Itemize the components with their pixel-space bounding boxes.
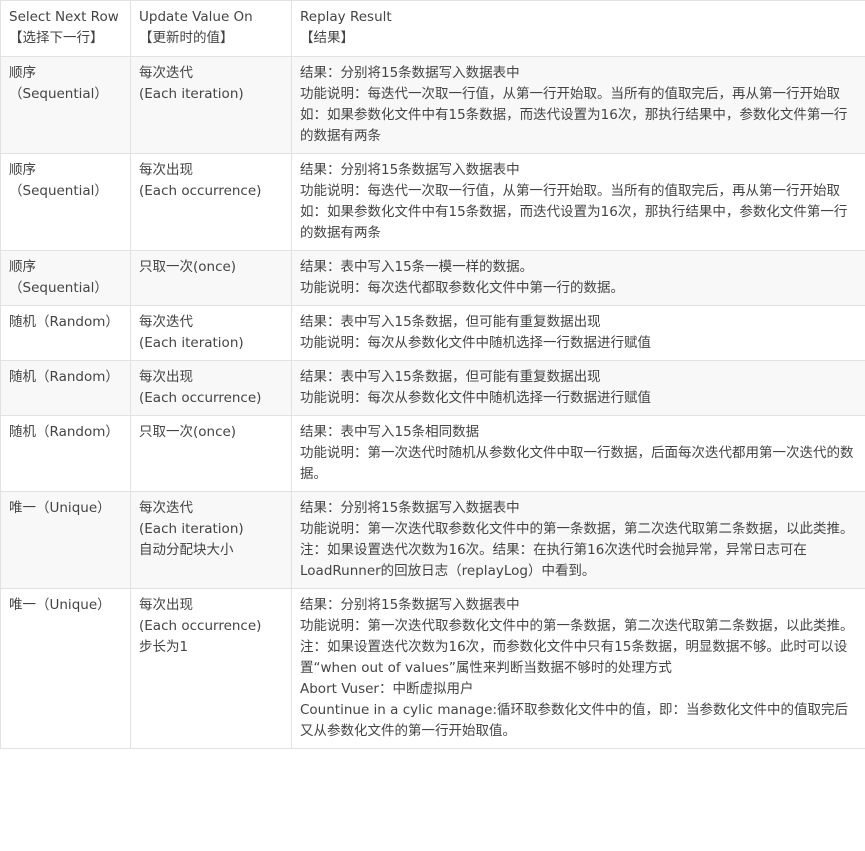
cell-text-line: 功能说明：每次从参数化文件中随机选择一行数据进行赋值: [300, 390, 651, 406]
cell-text-line: 功能说明：每次从参数化文件中随机选择一行数据进行赋值: [300, 335, 651, 351]
cell-text-line: （Sequential）: [9, 280, 108, 296]
header-replay-result: Replay Result 【结果】: [291, 0, 865, 57]
header-zh: 【选择下一行】: [9, 30, 104, 46]
cell-text-line: 结果：表中写入15条一模一样的数据。: [300, 259, 534, 275]
table-row: 随机（Random） 每次出现 (Each occurrence) 结果：表中写入15…: [0, 360, 865, 416]
replay-result-cell: 结果：表中写入15条数据，但可能有重复数据出现功能说明：每次从参数化文件中随机选…: [291, 360, 865, 416]
cell-text-line: 顺序: [9, 259, 36, 275]
select-next-row-cell: 顺序 （Sequential）: [0, 250, 131, 306]
table-header-row: Select Next Row 【选择下一行】 Update Value On …: [0, 0, 865, 57]
replay-result-cell: 结果：分别将15条数据写入数据表中功能说明：每迭代一次取一行值，从第一行开始取。…: [291, 56, 865, 154]
cell-text-line: 注：如果设置迭代次数为16次，而参数化文件中只有15条数据，明显数据不够。此时可…: [300, 639, 848, 676]
header-en: Replay Result: [300, 9, 392, 25]
cell-text-line: 结果：表中写入15条相同数据: [300, 424, 480, 440]
replay-result-cell: 结果：表中写入15条相同数据功能说明：第一次迭代时随机从参数化文件中取一行数据，…: [291, 415, 865, 492]
table-row: 顺序 （Sequential） 每次迭代 (Each iteration) 结果：分别将…: [0, 56, 865, 154]
cell-text-line: 每次迭代: [139, 500, 193, 516]
cell-text-line: 结果：分别将15条数据写入数据表中: [300, 162, 520, 178]
replay-result-cell: 结果：表中写入15条数据，但可能有重复数据出现功能说明：每次从参数化文件中随机选…: [291, 305, 865, 361]
cell-text-line: 结果：分别将15条数据写入数据表中: [300, 65, 520, 81]
cell-text-line: (Each iteration): [139, 521, 244, 537]
update-value-on-cell: 每次出现 (Each occurrence): [130, 360, 292, 416]
cell-text-line: （Sequential）: [9, 86, 108, 102]
replay-result-cell: 结果：表中写入15条一模一样的数据。功能说明：每次迭代都取参数化文件中第一行的数…: [291, 250, 865, 306]
parameter-settings-table: Select Next Row 【选择下一行】 Update Value On …: [0, 0, 865, 749]
cell-text-line: 自动分配块大小: [139, 542, 234, 558]
table-row: 随机（Random） 只取一次(once) 结果：表中写入15条相同数据功能说明：第…: [0, 415, 865, 492]
update-value-on-cell: 每次迭代 (Each iteration): [130, 56, 292, 154]
cell-text-line: (Each occurrence): [139, 390, 262, 406]
cell-text-line: 结果：表中写入15条数据，但可能有重复数据出现: [300, 369, 601, 385]
update-value-on-cell: 每次出现 (Each occurrence): [130, 153, 292, 251]
select-next-row-cell: 随机（Random）: [0, 360, 131, 416]
cell-text-line: 每次出现: [139, 369, 193, 385]
cell-text-line: 功能说明：每次迭代都取参数化文件中第一行的数据。: [300, 280, 624, 296]
cell-text-line: 每次迭代: [139, 314, 193, 330]
header-zh: 【更新时的值】: [139, 30, 234, 46]
cell-text-line: 注：如果设置迭代次数为16次。结果：在执行第16次迭代时会抛异常，异常日志可在L…: [300, 542, 807, 579]
table-row: 随机（Random） 每次迭代 (Each iteration) 结果：表中写入15条…: [0, 305, 865, 361]
cell-text-line: 结果：分别将15条数据写入数据表中: [300, 597, 520, 613]
cell-text-line: (Each iteration): [139, 86, 244, 102]
select-next-row-cell: 顺序 （Sequential）: [0, 153, 131, 251]
cell-text-line: 每次出现: [139, 162, 193, 178]
cell-text-line: (Each occurrence): [139, 183, 262, 199]
header-en: Select Next Row: [9, 9, 119, 25]
cell-text-line: 如：如果参数化文件中有15条数据，而迭代设置为16次，那执行结果中，参数化文件第…: [300, 107, 848, 144]
cell-text-line: 每次出现: [139, 597, 193, 613]
table-row: 顺序 （Sequential） 每次出现 (Each occurrence) 结果：分别…: [0, 153, 865, 251]
table-row: 唯一（Unique） 每次出现 (Each occurrence) 步长为1 结果：分别…: [0, 588, 865, 749]
cell-text-line: (Each iteration): [139, 335, 244, 351]
select-next-row-cell: 随机（Random）: [0, 415, 131, 492]
update-value-on-cell: 每次出现 (Each occurrence) 步长为1: [130, 588, 292, 749]
cell-text-line: 结果：分别将15条数据写入数据表中: [300, 500, 520, 516]
select-next-row-cell: 唯一（Unique）: [0, 491, 131, 589]
cell-text-line: 唯一（Unique）: [9, 597, 111, 613]
cell-text-line: 功能说明：第一次迭代取参数化文件中的第一条数据，第二次迭代取第二条数据，以此类推…: [300, 521, 854, 537]
cell-text-line: 随机（Random）: [9, 369, 119, 385]
cell-text-line: 随机（Random）: [9, 424, 119, 440]
replay-result-cell: 结果：分别将15条数据写入数据表中功能说明：每迭代一次取一行值，从第一行开始取。…: [291, 153, 865, 251]
cell-text-line: 顺序: [9, 65, 36, 81]
cell-text-line: Countinue in a cylic manage:循环取参数化文件中的值，…: [300, 702, 849, 739]
cell-text-line: 如：如果参数化文件中有15条数据，而迭代设置为16次，那执行结果中，参数化文件第…: [300, 204, 848, 241]
update-value-on-cell: 每次迭代 (Each iteration) 自动分配块大小: [130, 491, 292, 589]
table-row: 顺序 （Sequential） 只取一次(once) 结果：表中写入15条一模一样的数…: [0, 250, 865, 306]
replay-result-cell: 结果：分别将15条数据写入数据表中功能说明：第一次迭代取参数化文件中的第一条数据…: [291, 588, 865, 749]
header-update-value-on: Update Value On 【更新时的值】: [130, 0, 292, 57]
update-value-on-cell: 只取一次(once): [130, 415, 292, 492]
select-next-row-cell: 顺序 （Sequential）: [0, 56, 131, 154]
header-en: Update Value On: [139, 9, 253, 25]
cell-text-line: 顺序: [9, 162, 36, 178]
cell-text-line: (Each occurrence): [139, 618, 262, 634]
replay-result-cell: 结果：分别将15条数据写入数据表中功能说明：第一次迭代取参数化文件中的第一条数据…: [291, 491, 865, 589]
cell-text-line: 功能说明：第一次迭代时随机从参数化文件中取一行数据，后面每次迭代都用第一次迭代的…: [300, 445, 854, 482]
cell-text-line: 功能说明：每迭代一次取一行值，从第一行开始取。当所有的值取完后，再从第一行开始取: [300, 183, 840, 199]
cell-text-line: 每次迭代: [139, 65, 193, 81]
update-value-on-cell: 每次迭代 (Each iteration): [130, 305, 292, 361]
cell-text-line: 唯一（Unique）: [9, 500, 111, 516]
cell-text-line: 随机（Random）: [9, 314, 119, 330]
select-next-row-cell: 唯一（Unique）: [0, 588, 131, 749]
cell-text-line: Abort Vuser：中断虚拟用户: [300, 681, 474, 697]
select-next-row-cell: 随机（Random）: [0, 305, 131, 361]
header-zh: 【结果】: [300, 30, 354, 46]
header-select-next-row: Select Next Row 【选择下一行】: [0, 0, 131, 57]
cell-text-line: 功能说明：每迭代一次取一行值，从第一行开始取。当所有的值取完后，再从第一行开始取: [300, 86, 840, 102]
table-row: 唯一（Unique） 每次迭代 (Each iteration) 自动分配块大小 结果：…: [0, 491, 865, 589]
cell-text-line: 功能说明：第一次迭代取参数化文件中的第一条数据，第二次迭代取第二条数据，以此类推…: [300, 618, 854, 634]
update-value-on-cell: 只取一次(once): [130, 250, 292, 306]
cell-text-line: （Sequential）: [9, 183, 108, 199]
cell-text-line: 结果：表中写入15条数据，但可能有重复数据出现: [300, 314, 601, 330]
cell-text-line: 只取一次(once): [139, 259, 237, 275]
cell-text-line: 只取一次(once): [139, 424, 237, 440]
cell-text-line: 步长为1: [139, 639, 189, 655]
